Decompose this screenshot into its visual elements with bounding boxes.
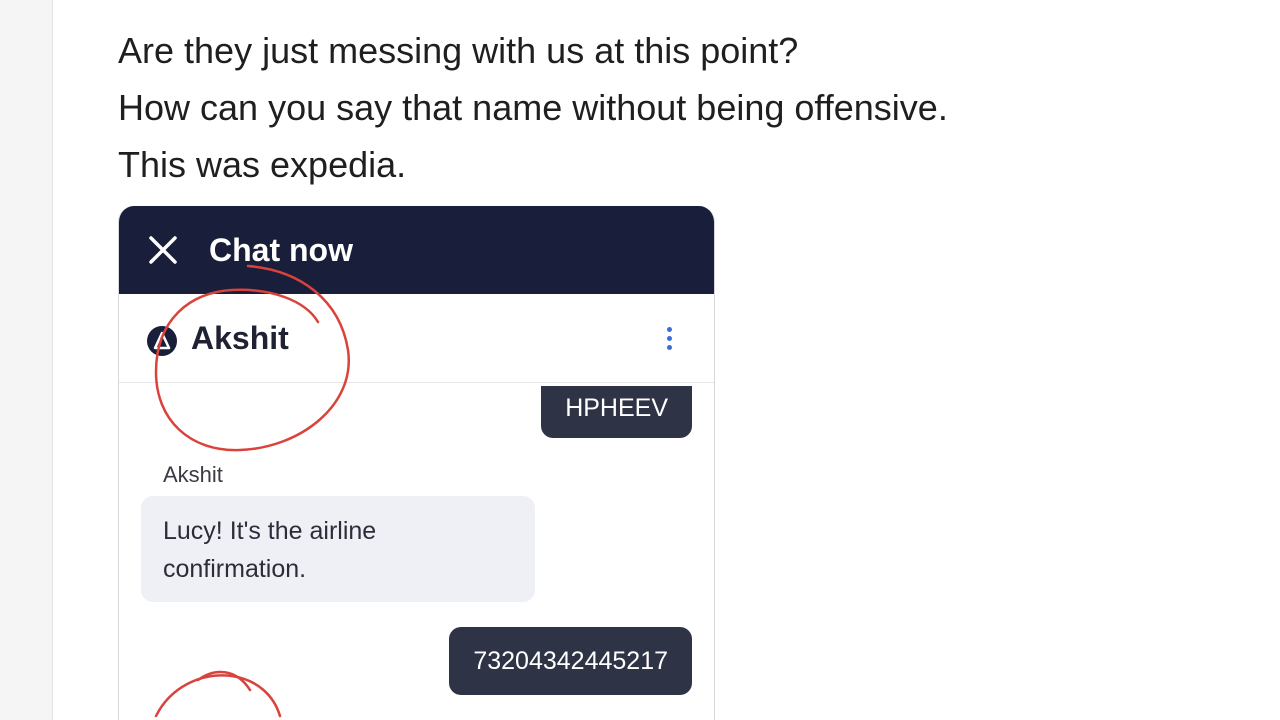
user-message: 73204342445217 xyxy=(449,627,692,695)
agent-message: Lucy! It's the airline confirmation. xyxy=(141,496,535,602)
chat-header: Chat now xyxy=(119,206,714,294)
close-icon[interactable] xyxy=(145,232,181,268)
left-gutter xyxy=(0,0,53,720)
post-line-1: Are they just messing with us at this po… xyxy=(118,30,799,71)
message-sender: Akshit xyxy=(163,462,223,487)
agent-avatar-icon xyxy=(147,326,177,356)
chat-screenshot: Chat now Akshit HPHEEV Akshit Lucy! It's… xyxy=(118,206,715,720)
post-line-2: How can you say that name without being … xyxy=(118,87,948,128)
agent-avatar-glyph xyxy=(153,331,171,350)
screenshot-page: Are they just messing with us at this po… xyxy=(0,0,1280,720)
agent-name: Akshit xyxy=(191,320,289,356)
post-line-3: This was expedia. xyxy=(118,144,407,185)
chat-title: Chat now xyxy=(209,232,353,268)
kebab-menu-icon[interactable] xyxy=(657,324,681,358)
agent-bar: Akshit xyxy=(119,294,714,383)
user-message: HPHEEV xyxy=(541,386,692,438)
post-body: Are they just messing with us at this po… xyxy=(118,22,1218,193)
